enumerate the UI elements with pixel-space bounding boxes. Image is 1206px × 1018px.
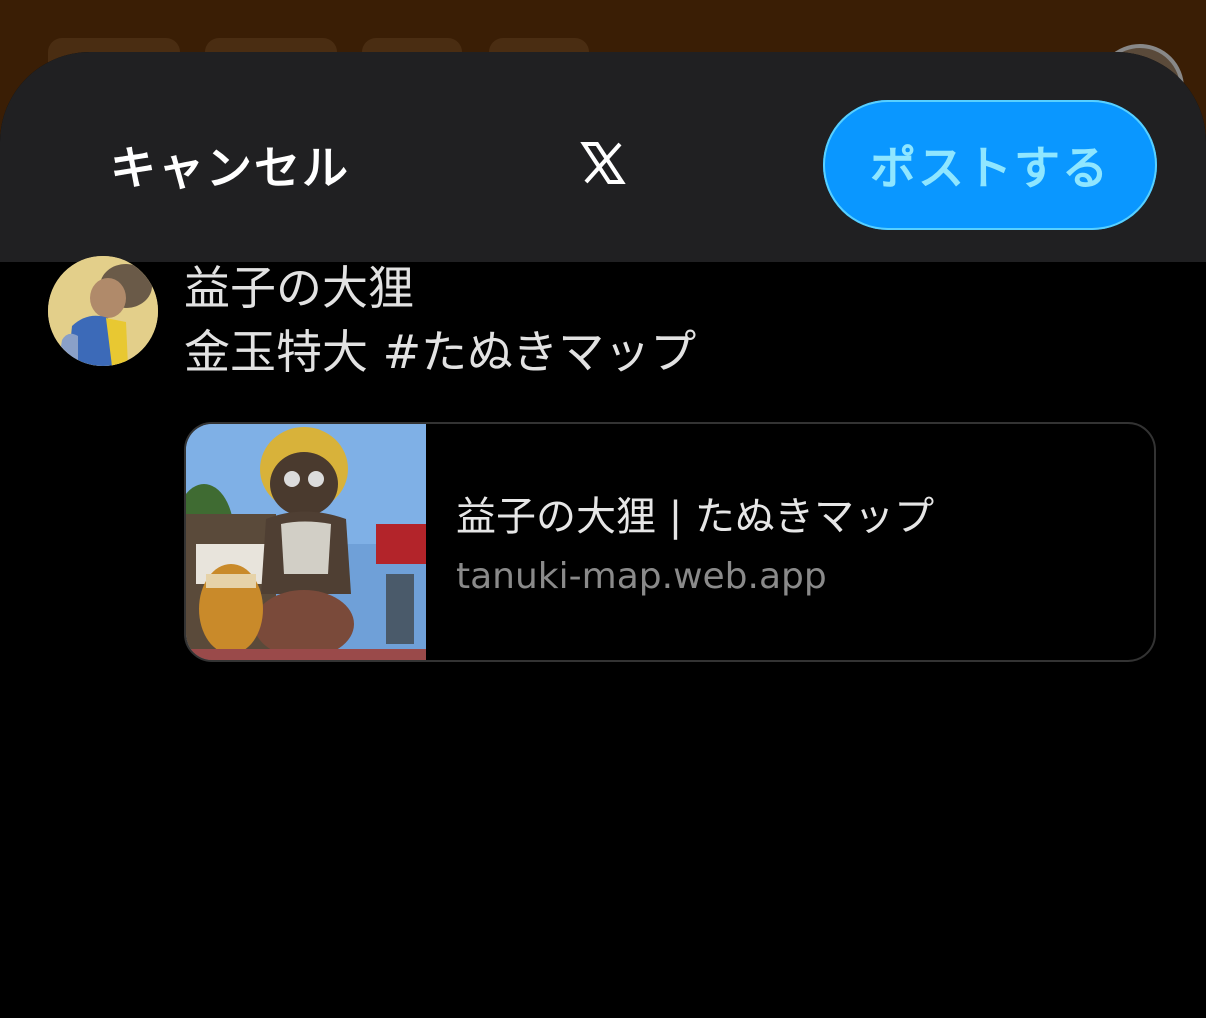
compose-text[interactable]: 益子の大狸 金玉特大 #たぬきマップ [184, 256, 696, 384]
link-preview-image [186, 424, 426, 660]
avatar-image [48, 256, 158, 366]
link-preview-domain: tanuki-map.web.app [456, 556, 827, 597]
link-preview-title: 益子の大狸 | たぬきマップ [456, 494, 935, 540]
avatar [48, 256, 158, 366]
cancel-button[interactable]: キャンセル [110, 132, 350, 198]
link-preview-card[interactable]: 益子の大狸 | たぬきマップ tanuki-map.web.app [184, 422, 1156, 662]
compose-header: キャンセル ポストする [0, 52, 1206, 262]
post-button[interactable]: ポストする [823, 100, 1157, 230]
compose-sheet: キャンセル ポストする 益子の大狸 金玉特大 #たぬきマップ 益子の大狸 | た… [0, 52, 1206, 1018]
screen: キャンセル ポストする 益子の大狸 金玉特大 #たぬきマップ 益子の大狸 | た… [0, 0, 1206, 1018]
x-logo-icon [580, 142, 626, 184]
